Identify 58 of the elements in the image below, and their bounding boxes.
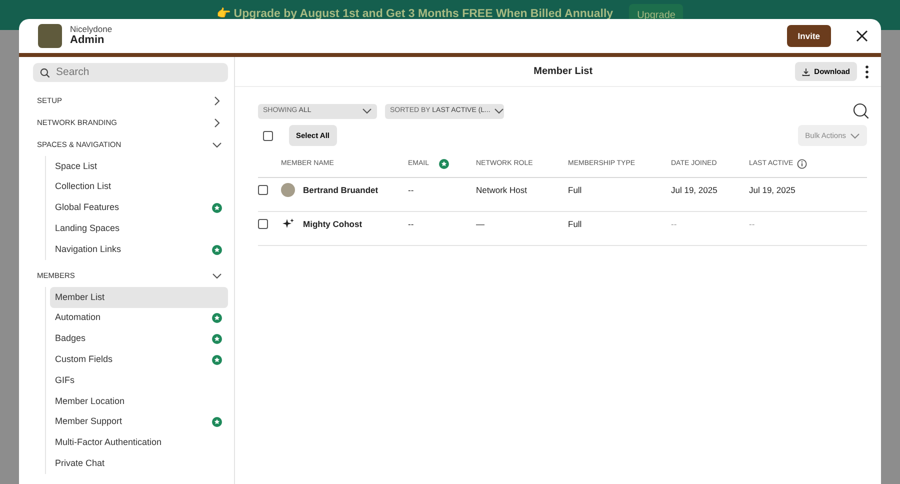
promo-text: 👉 Upgrade by August 1st and Get 3 Months FREE When Billed Annually (216, 6, 614, 22)
search-input[interactable]: Search (54, 64, 221, 82)
table-cell: Full (568, 218, 582, 229)
sidebar-item[interactable]: Badges (50, 328, 228, 350)
member-name[interactable]: Bertrand Bruandet (303, 184, 378, 196)
download-icon (802, 68, 810, 76)
sidebar-item[interactable]: Private Chat (50, 453, 228, 474)
star-badge-icon (212, 202, 222, 213)
table-cell: -- (749, 218, 755, 229)
table-cell: Network Host (476, 184, 528, 195)
checkbox[interactable] (263, 130, 273, 141)
table-cell: -- (671, 218, 677, 229)
sidebar-item[interactable]: Member List (50, 286, 228, 308)
chevron-right-icon (212, 96, 222, 106)
table-cell: Jul 19, 2025 (671, 184, 718, 195)
star-badge-icon (212, 417, 222, 428)
sidebar-item[interactable]: Navigation Links (50, 239, 228, 260)
search-field[interactable]: Search (33, 63, 228, 82)
sidebar-item[interactable]: Member Support (50, 412, 228, 433)
table-cell: -- (408, 184, 414, 195)
star-badge-icon (212, 354, 222, 365)
sidebar-item[interactable]: Member Location (50, 390, 228, 412)
sidebar-item[interactable]: Automation (50, 308, 228, 329)
network-name: Nicelydone (70, 24, 114, 34)
table-cell: -- (408, 218, 414, 229)
sidebar-item[interactable]: Custom Fields (50, 349, 228, 370)
more-icon[interactable] (865, 64, 869, 78)
chevron-down-icon (212, 140, 222, 150)
sidebar-item[interactable]: GIFs (50, 370, 228, 391)
star-badge-icon (439, 159, 450, 170)
table-cell: Jul 19, 2025 (749, 184, 796, 195)
sidebar-item[interactable]: Collection List (50, 176, 228, 198)
checkbox[interactable] (258, 185, 268, 195)
table-cell: — (476, 218, 484, 229)
search-icon (40, 68, 50, 78)
star-badge-icon (212, 334, 222, 344)
chevron-down-icon (362, 106, 372, 116)
member-name[interactable]: Mighty Cohost (303, 218, 362, 230)
chevron-down-icon (494, 106, 504, 116)
table-cell: Full (568, 184, 582, 195)
sidebar-item[interactable]: Landing Spaces (50, 218, 228, 240)
dialog-title: Admin (70, 34, 106, 48)
chevron-down-icon (850, 130, 860, 141)
info-icon (797, 159, 808, 170)
sidebar-item[interactable]: Space List (50, 156, 228, 177)
close-icon[interactable] (855, 29, 869, 43)
panel-title: Member List (532, 65, 594, 79)
chevron-down-icon (212, 270, 222, 281)
avatar-picture (281, 183, 295, 197)
star-badge-icon (212, 313, 222, 324)
checkbox[interactable] (258, 219, 268, 229)
logo-picture (38, 24, 62, 48)
sidebar-item[interactable]: Multi-Factor Authentication (50, 432, 228, 454)
invite-button[interactable]: Invite (786, 24, 831, 48)
chevron-right-icon (212, 118, 222, 128)
search-icon[interactable] (853, 103, 869, 119)
sidebar-item[interactable]: Global Features (50, 198, 228, 218)
star-badge-icon (212, 244, 222, 255)
